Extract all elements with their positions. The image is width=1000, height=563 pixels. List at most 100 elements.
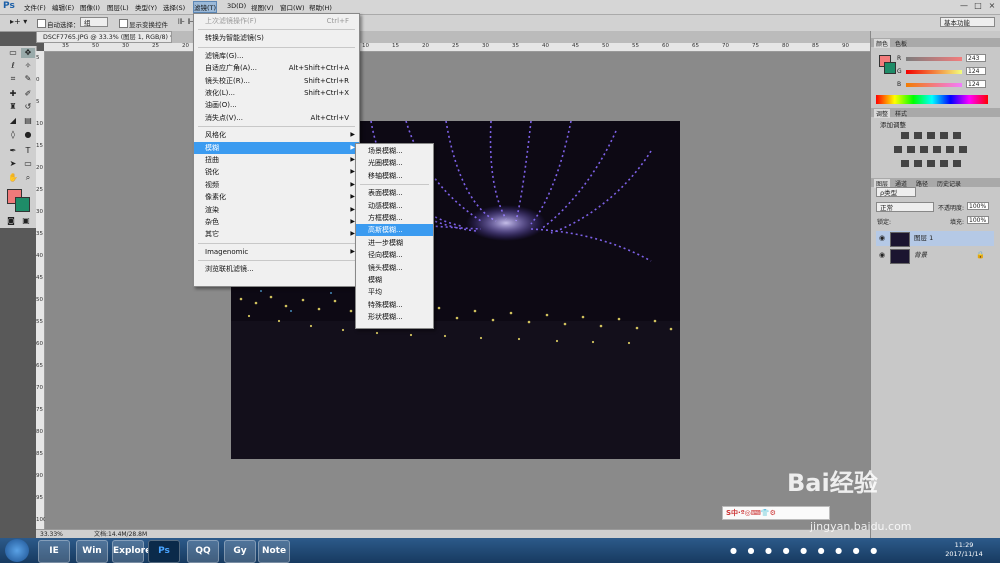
gradient-map-icon[interactable] [940,160,948,167]
taskbar-app-button[interactable]: IE [38,540,70,563]
menu-item[interactable]: 3D(D) [227,2,246,10]
clock[interactable]: 11:29 2017/11/14 [930,541,998,561]
path-select-icon[interactable]: ➤ [6,159,20,169]
posterize-icon[interactable] [914,160,922,167]
color-spectrum[interactable] [876,95,988,104]
align-icons[interactable]: ⊪ ⊩ [178,17,194,26]
menu-item[interactable]: 类型(Y) [135,2,157,12]
shape-tool-icon[interactable]: ▭ [21,159,35,169]
channel-g-value[interactable]: 124 [966,67,986,75]
taskbar-app-button[interactable]: QQ [187,540,219,563]
color-lookup-icon[interactable] [959,146,967,153]
levels-icon[interactable] [914,132,922,139]
filter-menu-item[interactable]: 其它 ▶ [194,228,359,240]
opacity-value[interactable]: 100% [967,202,989,210]
brightness-contrast-icon[interactable] [901,132,909,139]
blur-menu-item[interactable]: 场景模糊... [356,145,433,157]
eraser-icon[interactable]: ◢ [6,116,20,126]
taskbar-app-button[interactable]: Win [76,540,108,563]
menu-item[interactable]: 图像(I) [80,2,100,12]
blur-menu-item[interactable]: 移轴模糊... [356,170,433,182]
menu-item[interactable]: 图层(L) [107,2,129,12]
tab-paths[interactable]: 路径 [916,179,928,188]
visibility-eye-icon[interactable]: ◉ [879,248,885,263]
dodge-tool-icon[interactable]: ● [21,130,35,140]
threshold-icon[interactable] [927,160,935,167]
tab-styles[interactable]: 样式 [895,109,907,118]
tab-adjustments[interactable]: 调整 [874,109,891,118]
blur-menu-item[interactable]: 表面模糊... [356,187,433,199]
type-tool-icon[interactable]: T [21,146,35,156]
screen-mode-icon[interactable]: ▣ [19,216,33,226]
tab-color[interactable]: 颜色 [874,39,891,48]
visibility-eye-icon[interactable]: ◉ [879,231,885,246]
taskbar-app-button[interactable]: Gy [224,540,256,563]
auto-select-dropdown[interactable]: 组 [80,17,108,27]
channel-r-value[interactable]: 243 [966,54,986,62]
filter-menu-item[interactable]: 风格化 ▶ [194,129,359,141]
channel-b-value[interactable]: 124 [966,80,986,88]
taskbar-app-button[interactable]: Ps [148,540,180,563]
history-brush-icon[interactable]: ↺ [21,102,35,112]
filter-menu-item[interactable]: 视频 ▶ [194,179,359,191]
menu-item[interactable]: 帮助(H) [309,2,332,12]
tab-history[interactable]: 历史记录 [937,179,961,188]
filter-menu-item[interactable]: 像素化 ▶ [194,191,359,203]
filter-menu-item[interactable]: 扭曲 ▶ [194,154,359,166]
blur-tool-icon[interactable]: ◊ [6,130,20,140]
lasso-tool-icon[interactable]: ℓ [6,61,20,71]
filter-menu-item[interactable]: 杂色 ▶ [194,216,359,228]
system-tray-icons[interactable]: ● ● ● ● ● ● ● ● ● [730,546,920,556]
filter-menu-item[interactable]: 浏览联机滤镜... [194,263,359,275]
menu-item[interactable]: 选择(S) [163,2,185,12]
menu-item[interactable]: 窗口(W) [280,2,305,12]
crop-tool-icon[interactable]: ⌗ [6,74,20,84]
tab-swatches[interactable]: 色板 [895,39,907,48]
healing-brush-icon[interactable]: ✚ [6,89,20,99]
vibrance-icon[interactable] [953,132,961,139]
blur-menu-item[interactable]: 动感模糊... [356,200,433,212]
zoom-tool-icon[interactable]: ⌕ [21,173,35,183]
channel-b-slider[interactable] [906,83,962,87]
filter-menu-item[interactable]: 转换为智能滤镜(S) [194,32,359,44]
blend-mode-dropdown[interactable]: 正常 [876,202,934,212]
minimize-button[interactable]: — [958,1,970,11]
blur-menu-item[interactable]: 高斯模糊... [356,224,433,237]
color-balance-icon[interactable] [907,146,915,153]
filter-menu-item[interactable]: 液化(L)... Shift+Ctrl+X [194,87,359,99]
blur-menu-item[interactable]: 进一步模糊 [356,237,433,249]
blur-menu-item[interactable]: 平均 [356,286,433,298]
selective-color-icon[interactable] [953,160,961,167]
taskbar-app-button[interactable]: Explorer [112,540,156,563]
black-white-icon[interactable] [920,146,928,153]
fill-value[interactable]: 100% [967,216,989,224]
layer-kind-filter[interactable]: ρ类型 [876,187,916,197]
blur-menu-item[interactable]: 镜头模糊... [356,262,433,274]
close-button[interactable]: × [986,1,998,11]
background-color-preview[interactable] [884,62,896,74]
filter-menu-item[interactable]: 渲染 ▶ [194,204,359,216]
channel-mixer-icon[interactable] [946,146,954,153]
filter-menu-item[interactable]: 自适应广角(A)... Alt+Shift+Ctrl+A [194,62,359,74]
blur-menu-item[interactable]: 形状模糊... [356,311,433,323]
gradient-icon[interactable]: ▤ [21,116,35,126]
channel-g-slider[interactable] [906,70,962,74]
blur-menu-item[interactable]: 方框模糊... [356,212,433,224]
photo-filter-icon[interactable] [933,146,941,153]
channel-r-slider[interactable] [906,57,962,61]
filter-menu-item[interactable]: 油画(O)... [194,99,359,111]
hue-saturation-icon[interactable] [894,146,902,153]
menu-item[interactable]: 滤镜(T) [192,1,218,13]
blur-menu-item[interactable]: 径向模糊... [356,249,433,261]
auto-select-checkbox[interactable] [37,19,46,28]
pen-tool-icon[interactable]: ✒ [6,146,20,156]
filter-menu-item[interactable]: 滤镜库(G)... [194,50,359,62]
hand-tool-icon[interactable]: ✋ [6,173,20,183]
filter-menu-item[interactable]: 消失点(V)... Alt+Ctrl+V [194,112,359,124]
magic-wand-icon[interactable]: ✧ [21,61,35,71]
curves-icon[interactable] [927,132,935,139]
background-color-swatch[interactable] [15,197,30,212]
menu-item[interactable]: 编辑(E) [52,2,74,12]
start-button[interactable] [5,539,29,562]
layer-row[interactable]: ◉ 图层 1 [876,231,994,247]
